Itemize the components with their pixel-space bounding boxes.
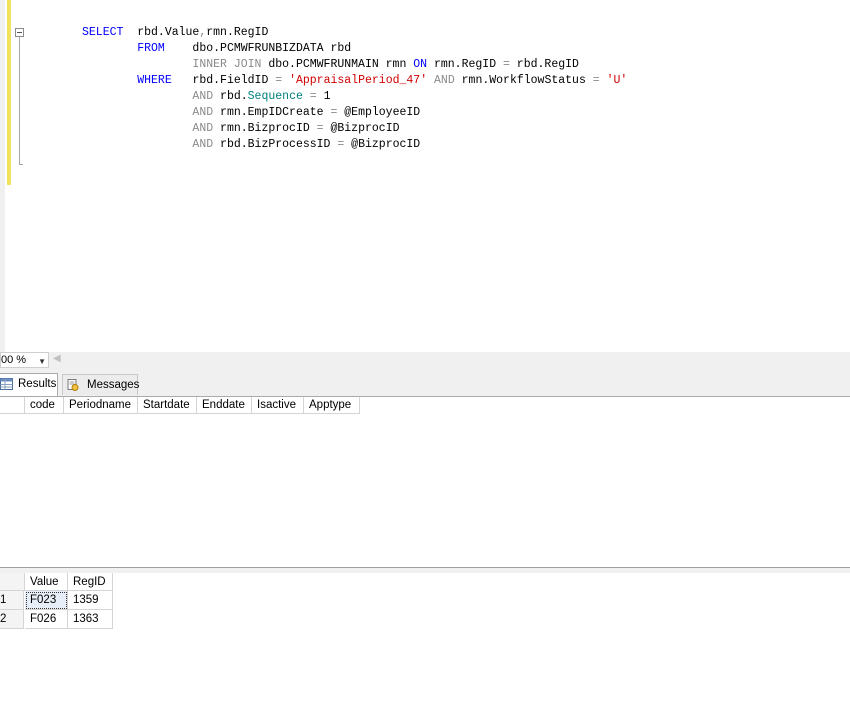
table-cell[interactable]: 1363: [68, 610, 113, 629]
zoom-bar: 00 % ▼ ◀: [0, 352, 850, 368]
code-token: =: [316, 122, 324, 135]
code-token: INNER JOIN: [192, 58, 262, 71]
code-token: 1: [316, 90, 331, 103]
row-number: 1: [0, 591, 24, 610]
code-token: rbd.RegID: [509, 58, 579, 71]
code-token: ON: [413, 58, 428, 71]
row-number: 2: [0, 610, 24, 629]
table-cell[interactable]: 1359: [68, 591, 113, 610]
code-line: AND rmn.EmpIDCreate = @EmployeeID: [82, 106, 420, 119]
tab-results-label: Results: [18, 378, 57, 390]
query-editor[interactable]: SELECT rbd.Value,rmn.RegID FROM dbo.PCMW…: [0, 0, 850, 352]
tab-results[interactable]: Results: [0, 373, 58, 396]
column-header[interactable]: Startdate: [138, 397, 197, 414]
tab-messages-label: Messages: [87, 379, 140, 391]
code-token: rmn.WorkflowStatus: [454, 74, 593, 87]
table-cell[interactable]: F026: [25, 610, 68, 629]
chevron-down-icon: ▼: [38, 357, 46, 366]
result-grid-2[interactable]: Value RegID 1 F023 1359 2 F026 1363: [0, 573, 850, 704]
tab-messages[interactable]: Messages: [62, 374, 140, 395]
column-header[interactable]: code: [25, 397, 64, 414]
code-token: dbo.PCMWFRUNMAIN rmn: [261, 58, 414, 71]
column-header[interactable]: Apptype: [304, 397, 360, 414]
column-header[interactable]: Periodname: [64, 397, 138, 414]
messages-icon: [67, 379, 79, 391]
code-token: rbd.Value: [123, 26, 200, 39]
code-token: rmn.RegID: [427, 58, 503, 71]
editor-margin: [0, 0, 5, 352]
code-token: rbd.FieldID: [171, 74, 276, 87]
column-header[interactable]: Isactive: [252, 397, 304, 414]
column-header[interactable]: RegID: [68, 573, 113, 591]
code-token: SELECT: [82, 26, 124, 39]
code-line: INNER JOIN dbo.PCMWFRUNMAIN rmn ON rmn.R…: [82, 58, 579, 71]
change-tracking-bar: [7, 0, 11, 185]
code-line: AND rbd.Sequence = 1: [82, 90, 331, 103]
collapse-icon[interactable]: [15, 28, 24, 37]
code-token: AND: [192, 90, 214, 103]
table-cell[interactable]: F023: [25, 591, 68, 610]
code-line: SELECT rbd.Value,rmn.RegID: [82, 26, 268, 39]
zoom-dropdown[interactable]: 00 % ▼: [0, 352, 49, 368]
result-grid-1[interactable]: code Periodname Startdate Enddate Isacti…: [0, 397, 850, 567]
sql-code[interactable]: SELECT rbd.Value,rmn.RegID FROM dbo.PCMW…: [82, 25, 627, 153]
code-token: Sequence: [247, 90, 303, 103]
code-token: @BizprocID: [344, 138, 421, 151]
code-token: rmn.EmpIDCreate: [213, 106, 331, 119]
results-grid-icon: [0, 378, 13, 390]
column-header[interactable]: Enddate: [197, 397, 252, 414]
code-line: AND rbd.BizProcessID = @BizprocID: [82, 138, 420, 151]
column-header[interactable]: Value: [25, 573, 68, 591]
code-token: AND: [434, 74, 455, 87]
code-line: WHERE rbd.FieldID = 'AppraisalPeriod_47'…: [82, 74, 627, 87]
code-token: =: [309, 90, 317, 103]
code-token: WHERE: [137, 74, 172, 87]
code-token: rbd.: [213, 90, 248, 103]
results-tabbar: Results Messages: [0, 368, 850, 397]
code-token: AND: [192, 122, 214, 135]
outline-end: [19, 164, 23, 165]
zoom-value: 00 %: [1, 354, 27, 366]
code-token: FROM: [137, 42, 165, 55]
row-header-corner: [0, 573, 25, 591]
code-token: rbd.BizProcessID: [213, 138, 338, 151]
code-token: AND: [192, 138, 214, 151]
code-token: rmn.BizprocID: [213, 122, 317, 135]
code-line: AND rmn.BizprocID = @BizprocID: [82, 122, 400, 135]
code-token: 'U': [606, 74, 628, 87]
code-token: =: [592, 74, 600, 87]
code-token: rmn.RegID: [206, 26, 269, 39]
row-header-corner: [0, 397, 25, 414]
code-token: =: [503, 58, 510, 71]
code-token: AND: [192, 106, 214, 119]
code-token: dbo.PCMWFRUNBIZDATA rbd: [164, 42, 352, 55]
code-line: FROM dbo.PCMWFRUNBIZDATA rbd: [82, 42, 351, 55]
outline-line: [19, 37, 20, 164]
code-token: @EmployeeID: [337, 106, 421, 119]
code-token: @BizprocID: [323, 122, 400, 135]
code-token: 'AppraisalPeriod_47': [289, 74, 428, 87]
scroll-left-icon[interactable]: ◀: [53, 353, 61, 364]
